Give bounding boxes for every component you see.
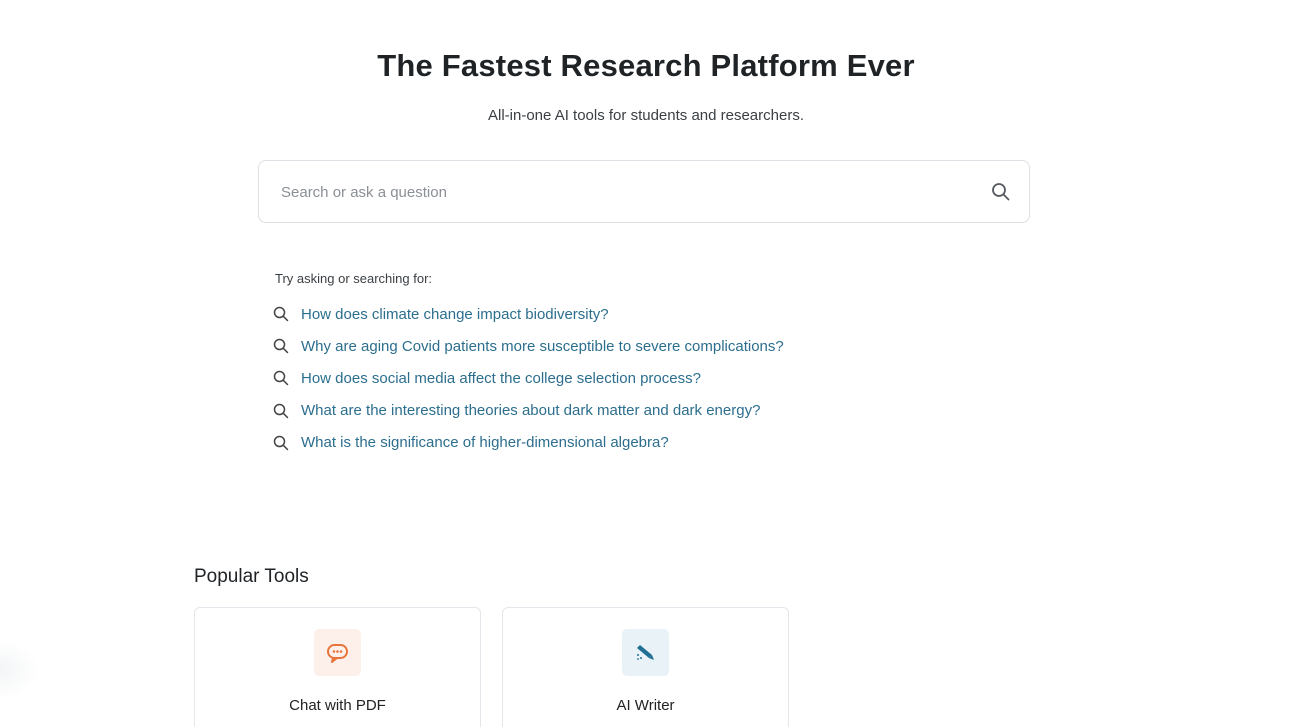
search-box: [258, 160, 1030, 224]
tool-card-chat-with-pdf[interactable]: Chat with PDF: [194, 607, 481, 727]
suggestion-item[interactable]: How does social media affect the college…: [273, 362, 784, 394]
suggestion-item[interactable]: Why are aging Covid patients more suscep…: [273, 330, 784, 362]
tool-icon-container: [622, 629, 669, 676]
search-icon: [273, 403, 289, 418]
chat-icon: [327, 644, 348, 663]
search-input[interactable]: [279, 161, 973, 224]
suggestion-text[interactable]: What are the interesting theories about …: [301, 402, 760, 419]
page-title: The Fastest Research Platform Ever: [377, 48, 915, 83]
suggestion-item[interactable]: What are the interesting theories about …: [273, 395, 784, 427]
suggestion-text[interactable]: Why are aging Covid patients more suscep…: [301, 338, 784, 355]
suggestions-list: How does climate change impact biodivers…: [273, 298, 784, 459]
page-subtitle: All-in-one AI tools for students and res…: [488, 107, 804, 124]
suggestion-text[interactable]: How does climate change impact biodivers…: [301, 306, 609, 323]
popular-tools-title: Popular Tools: [194, 566, 309, 587]
search-icon: [273, 306, 289, 322]
suggestion-item[interactable]: How does climate change impact biodivers…: [273, 298, 784, 330]
edge-shadow: [0, 640, 40, 700]
suggestion-text[interactable]: What is the significance of higher-dimen…: [301, 434, 669, 451]
tool-label: Chat with PDF: [289, 697, 386, 714]
suggestion-text[interactable]: How does social media affect the college…: [301, 370, 701, 387]
pen-icon: [637, 645, 654, 660]
tool-icon-container: [314, 629, 361, 676]
page: The Fastest Research Platform Ever All-i…: [0, 0, 1292, 727]
search-icon: [273, 339, 289, 354]
search-icon: [273, 435, 289, 451]
suggestions-label: Try asking or searching for:: [275, 271, 433, 286]
suggestion-item[interactable]: What is the significance of higher-dimen…: [273, 427, 784, 459]
search-icon: [992, 183, 1010, 201]
search-button[interactable]: [991, 182, 1011, 202]
tool-card-ai-writer[interactable]: AI Writer: [502, 607, 789, 727]
search-icon: [273, 371, 289, 386]
tool-label: AI Writer: [616, 697, 675, 714]
